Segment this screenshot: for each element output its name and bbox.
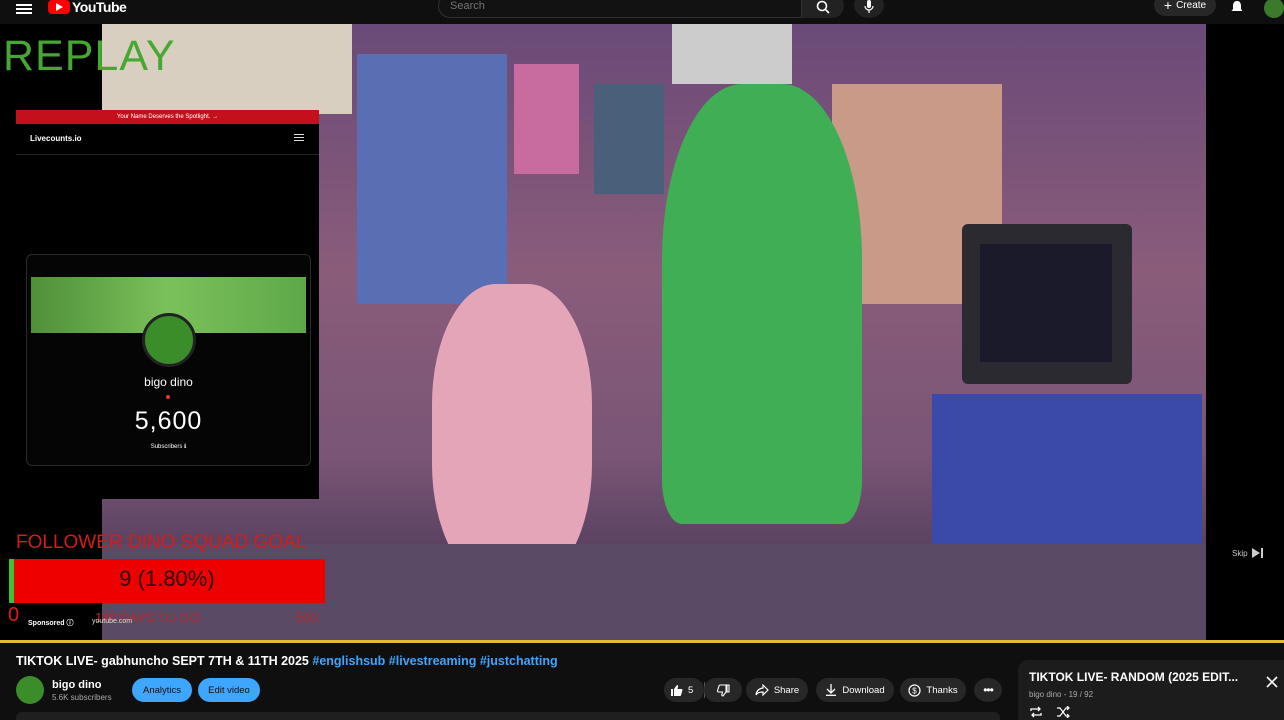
subscriber-label: Subscribers ℹ — [150, 444, 187, 450]
thanks-dollar-icon: $ — [908, 683, 922, 697]
share-icon — [755, 684, 769, 696]
description-box[interactable] — [16, 712, 1000, 720]
live-dot-icon — [166, 395, 170, 399]
poster — [594, 84, 664, 194]
thanks-button[interactable]: $ Thanks — [900, 678, 966, 702]
youtube-logo-icon[interactable] — [48, 0, 70, 14]
goal-progress-text: 9 (1.80%) — [119, 566, 215, 591]
edit-video-button[interactable]: Edit video — [198, 678, 260, 702]
pillow — [432, 284, 592, 584]
goal-start: 0 — [8, 604, 20, 626]
thumbs-down-icon — [716, 683, 730, 697]
download-label: Download — [842, 684, 885, 696]
playlist-title[interactable]: TIKTOK LIVE- RANDOM (2025 EDIT... — [1029, 670, 1255, 684]
goal-title: FOLLOWER DINO SQUAD GOAL — [16, 532, 307, 553]
tv-screen — [980, 244, 1112, 362]
livecounts-channel-name: bigo dino — [144, 375, 193, 389]
hashtag[interactable]: #justchatting — [480, 654, 558, 668]
poster — [672, 24, 792, 84]
person — [662, 84, 862, 524]
livecounts-header: Livecounts.io — [16, 124, 319, 155]
plus-icon: + — [1163, 0, 1173, 13]
skip-ad-button[interactable]: Skip — [1232, 548, 1264, 558]
poster — [357, 54, 507, 304]
channel-name[interactable]: bigo dino — [52, 679, 101, 691]
share-label: Share — [773, 684, 800, 696]
dislike-button[interactable] — [704, 678, 742, 702]
channel-avatar — [142, 313, 196, 367]
like-count: 5 — [688, 684, 694, 696]
svg-text:$: $ — [913, 686, 918, 695]
sponsor-url[interactable]: youtube.com — [92, 618, 132, 625]
close-icon[interactable] — [1266, 676, 1278, 688]
subscriber-count: 5,600 — [134, 407, 203, 435]
search-button[interactable] — [802, 0, 844, 18]
download-icon — [826, 684, 837, 696]
mic-icon — [864, 0, 874, 13]
loop-icon[interactable] — [1029, 706, 1043, 718]
search-icon — [816, 0, 830, 14]
thumbs-up-icon — [671, 684, 683, 696]
livecounts-card: bigo dino 5,600 Subscribers ℹ — [26, 254, 311, 466]
livecounts-panel: Your Name Deserves the Spotlight. → Live… — [16, 110, 319, 499]
skip-next-icon — [1251, 548, 1263, 558]
livecounts-site: Livecounts.io — [30, 134, 82, 143]
subscriber-count: 5.6K subscribers — [52, 693, 112, 702]
channel-avatar[interactable] — [16, 676, 44, 704]
menu-icon — [294, 132, 304, 143]
hashtag[interactable]: #englishsub — [312, 654, 385, 668]
shuffle-icon[interactable] — [1056, 706, 1070, 718]
playlist-subtitle: bigo dino - 19 / 92 — [1029, 690, 1094, 699]
bell-icon[interactable] — [1230, 0, 1244, 14]
poster — [514, 64, 579, 174]
goal-end: 500 — [296, 610, 318, 625]
download-button[interactable]: Download — [816, 678, 894, 702]
like-button[interactable]: 5 — [664, 678, 704, 702]
video-progress-bar[interactable] — [0, 640, 1284, 643]
create-button[interactable]: + Create — [1154, 0, 1216, 16]
analytics-button[interactable]: Analytics — [132, 678, 192, 702]
sponsored-label: Sponsored ⓘ — [28, 618, 74, 628]
sponsored-text: Sponsored — [28, 620, 65, 627]
replay-overlay-text: REPLAY — [3, 32, 176, 80]
playlist-panel: TIKTOK LIVE- RANDOM (2025 EDIT... bigo d… — [1018, 660, 1284, 720]
skip-label: Skip — [1232, 548, 1248, 558]
video-title-text: TIKTOK LIVE- gabhuncho SEPT 7TH & 11TH 2… — [16, 654, 309, 668]
hashtag[interactable]: #livestreaming — [389, 654, 477, 668]
livecounts-banner: Your Name Deserves the Spotlight. → — [16, 110, 319, 124]
more-horizontal-icon: ••• — [983, 683, 994, 697]
youtube-wordmark[interactable]: YouTube — [72, 0, 127, 15]
info-icon[interactable]: ⓘ — [67, 620, 74, 627]
share-button[interactable]: Share — [746, 678, 808, 702]
video-title: TIKTOK LIVE- gabhuncho SEPT 7TH & 11TH 2… — [16, 654, 558, 668]
thanks-label: Thanks — [926, 684, 958, 696]
search-input[interactable] — [448, 0, 792, 13]
nightstand — [932, 394, 1202, 544]
create-label: Create — [1176, 0, 1207, 11]
video-player[interactable]: REPLAY Your Name Deserves the Spotlight.… — [0, 24, 1284, 640]
menu-icon[interactable] — [16, 2, 32, 16]
more-actions-button[interactable]: ••• — [974, 678, 1002, 702]
